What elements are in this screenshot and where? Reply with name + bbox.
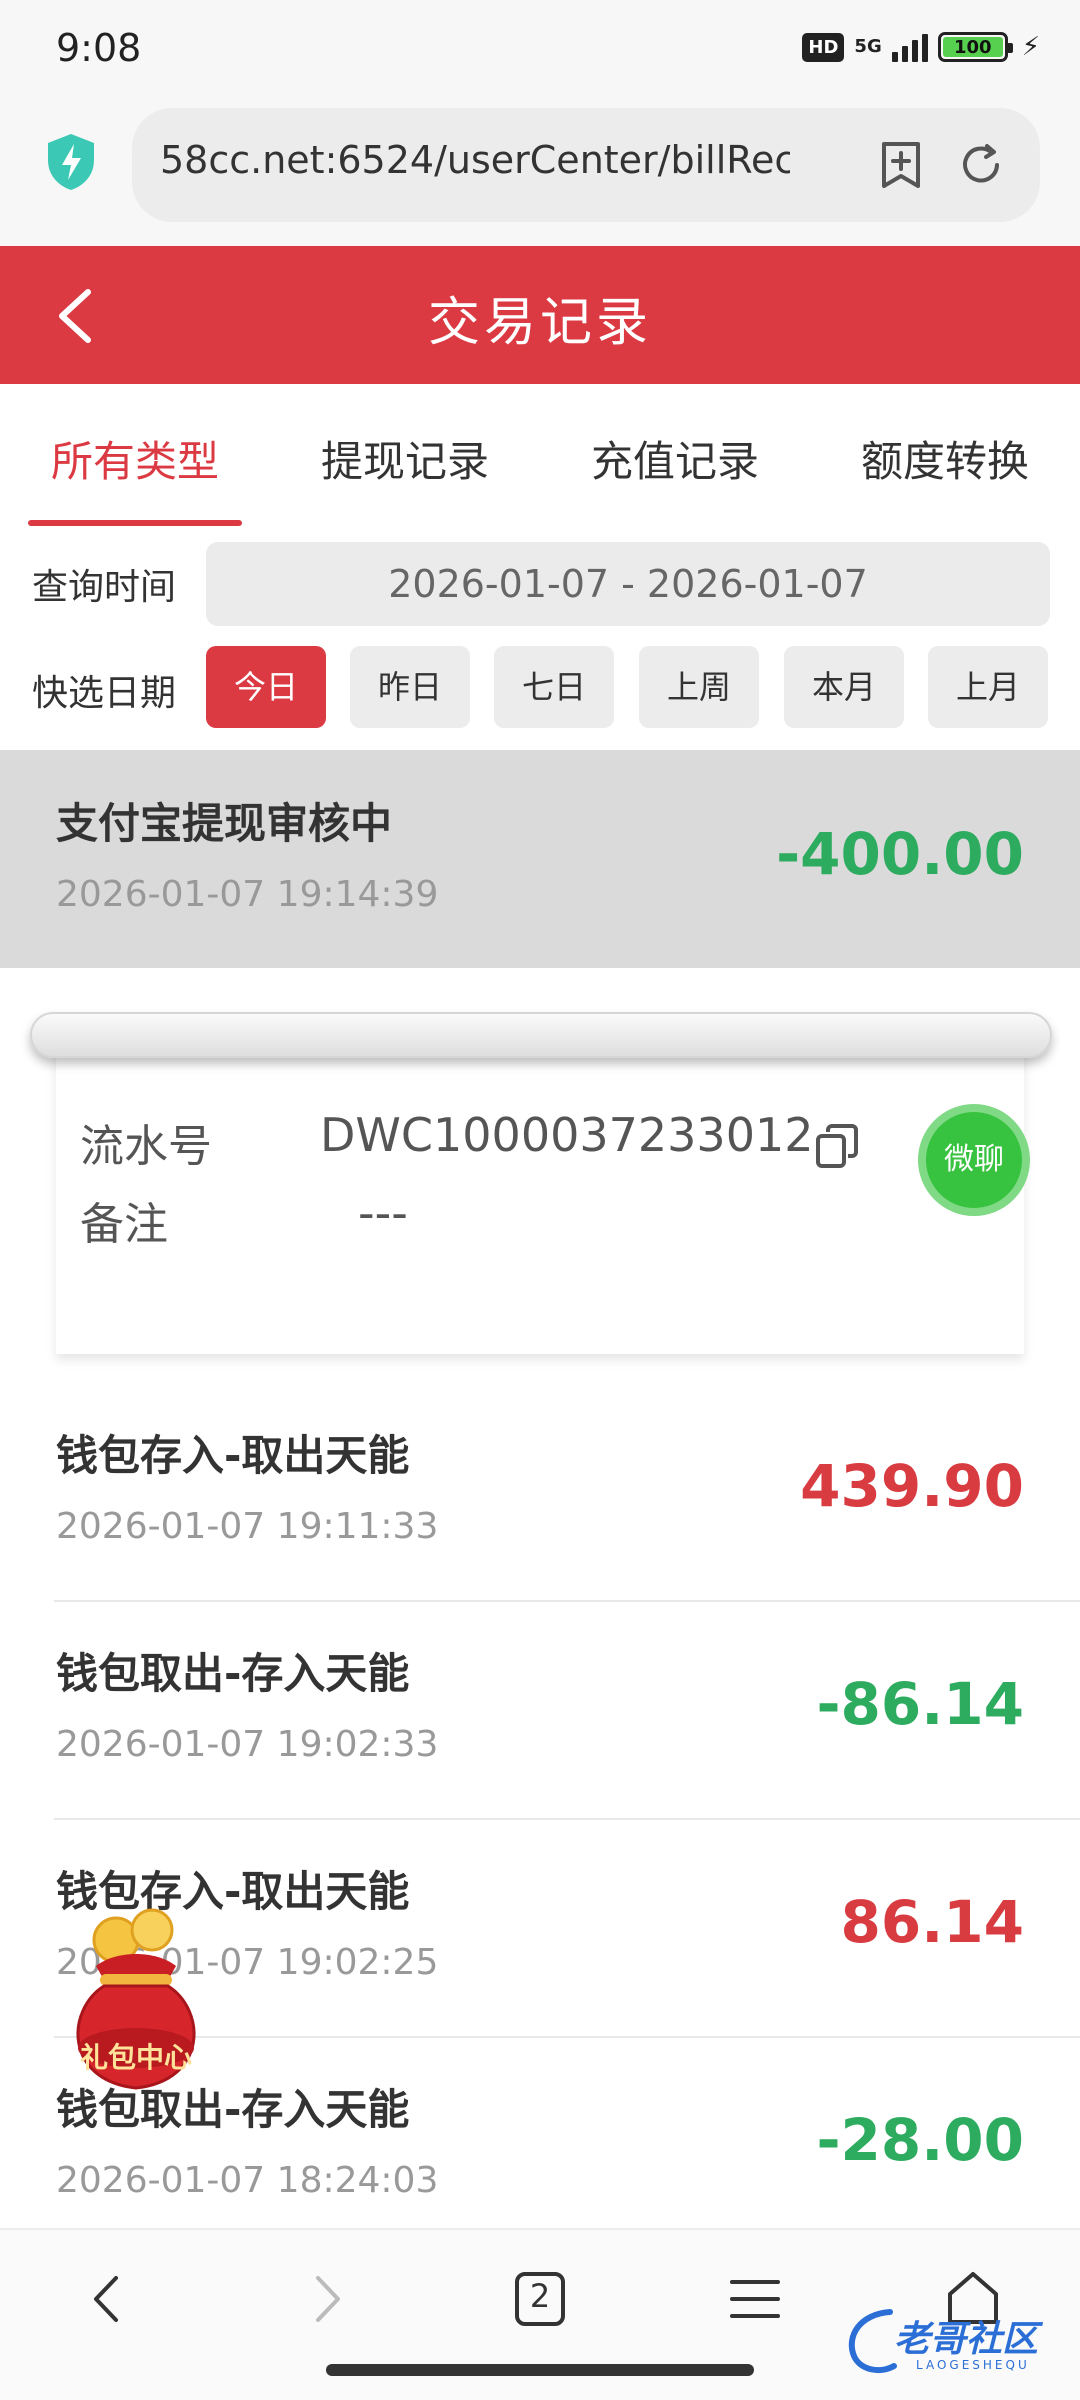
record-time: 2026-01-07 19:14:39 (56, 874, 439, 915)
record-time: 2026-01-07 18:24:03 (56, 2160, 439, 2201)
query-time-label: 查询时间 (32, 567, 177, 608)
date-range-field[interactable]: 2026-01-07 - 2026-01-07 (206, 542, 1050, 626)
record-amount: 86.14 (840, 1888, 1024, 1956)
chat-button[interactable]: 微聊 (918, 1104, 1030, 1216)
record-name: 支付宝提现审核中 (56, 799, 393, 848)
quick-date-label: 快选日期 (32, 673, 177, 714)
note-label: 备注 (80, 1199, 168, 1250)
type-tabs: 所有类型 提现记录 充值记录 额度转换 (0, 384, 1080, 526)
quick-this-month-button[interactable]: 本月 (784, 646, 904, 728)
record-row[interactable]: 钱包存入-取出天能 2026-01-07 19:11:33 439.90 (0, 1382, 1080, 1600)
record-detail-receipt: 流水号 DWC1000037233012 备注 --- (56, 1030, 1024, 1354)
watermark-text: 老哥社区 (894, 2319, 1039, 2360)
charging-icon: ⚡ (1021, 32, 1040, 62)
menu-icon[interactable] (720, 2264, 790, 2334)
gift-center-label: 礼包中心 (79, 2041, 192, 2074)
quick-seven-days-button[interactable]: 七日 (494, 646, 614, 728)
gift-center-button[interactable]: 礼包中心 (56, 1900, 216, 2100)
quick-last-week-button[interactable]: 上周 (639, 646, 759, 728)
receipt-rail (30, 1012, 1052, 1058)
watermark-subtext: LAOGESHEQU (916, 2358, 1030, 2372)
tabs-button[interactable]: 2 (505, 2264, 575, 2334)
nav-back-icon[interactable] (72, 2264, 142, 2334)
nav-forward-icon[interactable] (292, 2264, 362, 2334)
network-label: 5G (854, 36, 882, 57)
page-header: 交易记录 (0, 246, 1080, 384)
tab-withdraw-records[interactable]: 提现记录 (270, 384, 540, 526)
record-name: 钱包存入-取出天能 (56, 1431, 410, 1480)
record-amount: -28.00 (816, 2106, 1024, 2174)
copy-icon[interactable] (814, 1122, 860, 1170)
record-time: 2026-01-07 19:11:33 (56, 1506, 439, 1547)
record-name: 钱包取出-存入天能 (56, 1649, 410, 1698)
receipt-edge (56, 1344, 1024, 1364)
shield-icon[interactable] (44, 132, 98, 192)
signal-icon (891, 32, 928, 62)
status-time: 9:08 (56, 26, 142, 70)
quick-today-button[interactable]: 今日 (206, 646, 326, 728)
record-amount: 439.90 (800, 1452, 1024, 1520)
tab-all-types[interactable]: 所有类型 (0, 384, 270, 526)
quick-last-month-button[interactable]: 上月 (928, 646, 1048, 728)
bookmark-add-icon[interactable] (874, 138, 928, 192)
record-row[interactable]: 支付宝提现审核中 2026-01-07 19:14:39 -400.00 (0, 750, 1080, 968)
record-time: 2026-01-07 19:02:33 (56, 1724, 439, 1765)
note-value: --- (358, 1186, 408, 1240)
status-icons: HD 5G 100 ⚡ (802, 32, 1040, 62)
hd-badge: HD (802, 32, 845, 62)
watermark-logo: 老哥社区 LAOGESHEQU (840, 2300, 1070, 2384)
serial-value: DWC1000037233012 (320, 1108, 814, 1162)
url-text[interactable]: 58cc.net:6524/userCenter/billRec (160, 138, 790, 182)
record-amount: -86.14 (816, 1670, 1024, 1738)
tab-deposit-records[interactable]: 充值记录 (540, 384, 810, 526)
tab-quota-transfer[interactable]: 额度转换 (810, 384, 1080, 526)
url-field[interactable]: 58cc.net:6524/userCenter/billRec (132, 108, 1040, 222)
browser-bar: 58cc.net:6524/userCenter/billRec (0, 100, 1080, 246)
record-row[interactable]: 钱包取出-存入天能 2026-01-07 19:02:33 -86.14 (0, 1600, 1080, 1818)
dragon-logo-icon (848, 2309, 897, 2374)
battery-level: 100 (953, 36, 992, 58)
status-bar: 9:08 HD 5G 100 ⚡ (0, 0, 1080, 100)
record-amount: -400.00 (776, 820, 1024, 888)
page-title: 交易记录 (427, 293, 652, 353)
serial-label: 流水号 (80, 1121, 212, 1172)
tab-count: 2 (529, 2277, 551, 2315)
battery-icon: 100 (937, 32, 1013, 62)
quick-yesterday-button[interactable]: 昨日 (350, 646, 470, 728)
home-indicator[interactable] (326, 2364, 754, 2376)
refresh-icon[interactable] (954, 138, 1008, 192)
